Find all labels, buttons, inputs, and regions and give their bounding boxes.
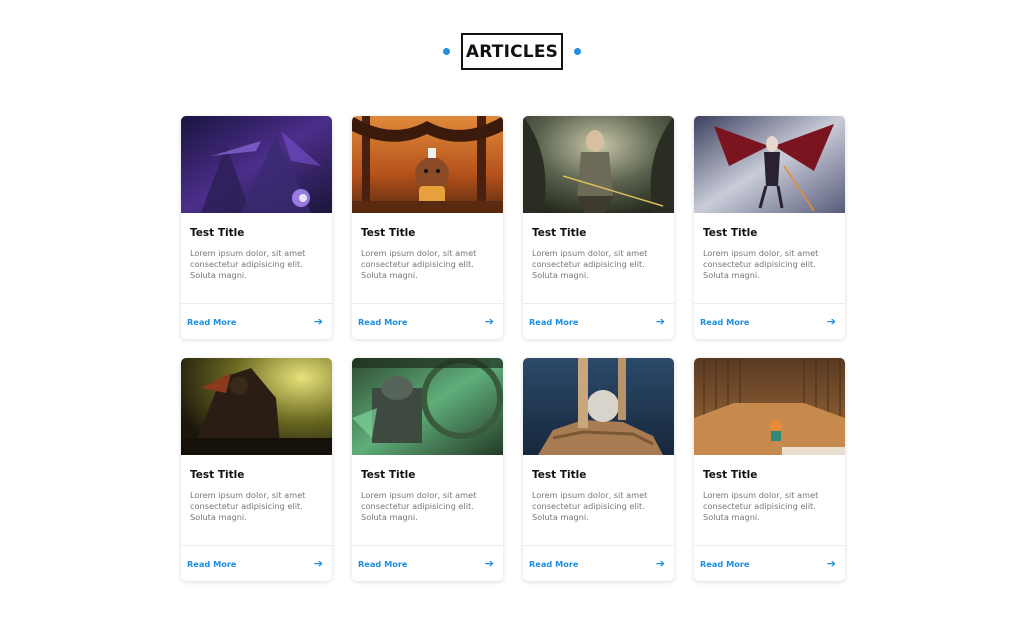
read-more-link[interactable]: Read More (187, 559, 236, 569)
read-more-link[interactable]: Read More (700, 559, 749, 569)
article-card: Test Title Lorem ipsum dolor, sit amet c… (694, 358, 845, 581)
article-title: Test Title (190, 469, 245, 481)
arrow-right-icon[interactable]: ➔ (827, 316, 836, 327)
article-image[interactable] (694, 116, 845, 213)
article-image[interactable] (352, 358, 503, 455)
right-dot-decoration (574, 48, 581, 55)
section-title: ARTICLES (461, 33, 563, 70)
article-card: Test Title Lorem ipsum dolor, sit amet c… (181, 116, 332, 339)
card-footer: Read More ➔ (352, 303, 503, 339)
article-card: Test Title Lorem ipsum dolor, sit amet c… (523, 116, 674, 339)
article-title: Test Title (703, 469, 758, 481)
arrow-right-icon[interactable]: ➔ (485, 316, 494, 327)
article-image[interactable] (694, 358, 845, 455)
arrow-right-icon[interactable]: ➔ (314, 316, 323, 327)
read-more-link[interactable]: Read More (187, 317, 236, 327)
article-card: Test Title Lorem ipsum dolor, sit amet c… (523, 358, 674, 581)
article-title: Test Title (532, 469, 587, 481)
read-more-link[interactable]: Read More (529, 559, 578, 569)
article-card: Test Title Lorem ipsum dolor, sit amet c… (181, 358, 332, 581)
article-title: Test Title (361, 227, 416, 239)
articles-grid: Test Title Lorem ipsum dolor, sit amet c… (181, 116, 845, 581)
articles-page: ARTICLES Test Title Lorem ipsum dolor, s… (0, 0, 1024, 635)
article-image[interactable] (352, 116, 503, 213)
read-more-link[interactable]: Read More (358, 559, 407, 569)
card-footer: Read More ➔ (523, 303, 674, 339)
card-footer: Read More ➔ (181, 545, 332, 581)
article-excerpt: Lorem ipsum dolor, sit amet consectetur … (361, 248, 477, 280)
section-header: ARTICLES (0, 33, 1024, 70)
article-title: Test Title (361, 469, 416, 481)
left-dot-decoration (443, 48, 450, 55)
read-more-link[interactable]: Read More (700, 317, 749, 327)
article-excerpt: Lorem ipsum dolor, sit amet consectetur … (703, 248, 819, 280)
card-footer: Read More ➔ (694, 303, 845, 339)
article-title: Test Title (190, 227, 245, 239)
arrow-right-icon[interactable]: ➔ (827, 558, 836, 569)
article-excerpt: Lorem ipsum dolor, sit amet consectetur … (361, 490, 477, 522)
article-excerpt: Lorem ipsum dolor, sit amet consectetur … (190, 490, 306, 522)
arrow-right-icon[interactable]: ➔ (656, 316, 665, 327)
card-footer: Read More ➔ (523, 545, 674, 581)
article-title: Test Title (703, 227, 758, 239)
article-card: Test Title Lorem ipsum dolor, sit amet c… (694, 116, 845, 339)
article-excerpt: Lorem ipsum dolor, sit amet consectetur … (703, 490, 819, 522)
card-footer: Read More ➔ (181, 303, 332, 339)
read-more-link[interactable]: Read More (358, 317, 407, 327)
article-image[interactable] (523, 116, 674, 213)
arrow-right-icon[interactable]: ➔ (485, 558, 494, 569)
read-more-link[interactable]: Read More (529, 317, 578, 327)
article-card: Test Title Lorem ipsum dolor, sit amet c… (352, 116, 503, 339)
arrow-right-icon[interactable]: ➔ (656, 558, 665, 569)
arrow-right-icon[interactable]: ➔ (314, 558, 323, 569)
article-excerpt: Lorem ipsum dolor, sit amet consectetur … (532, 490, 648, 522)
article-excerpt: Lorem ipsum dolor, sit amet consectetur … (190, 248, 306, 280)
article-title: Test Title (532, 227, 587, 239)
article-image[interactable] (181, 358, 332, 455)
article-card: Test Title Lorem ipsum dolor, sit amet c… (352, 358, 503, 581)
article-excerpt: Lorem ipsum dolor, sit amet consectetur … (532, 248, 648, 280)
article-image[interactable] (181, 116, 332, 213)
article-image[interactable] (523, 358, 674, 455)
card-footer: Read More ➔ (352, 545, 503, 581)
card-footer: Read More ➔ (694, 545, 845, 581)
